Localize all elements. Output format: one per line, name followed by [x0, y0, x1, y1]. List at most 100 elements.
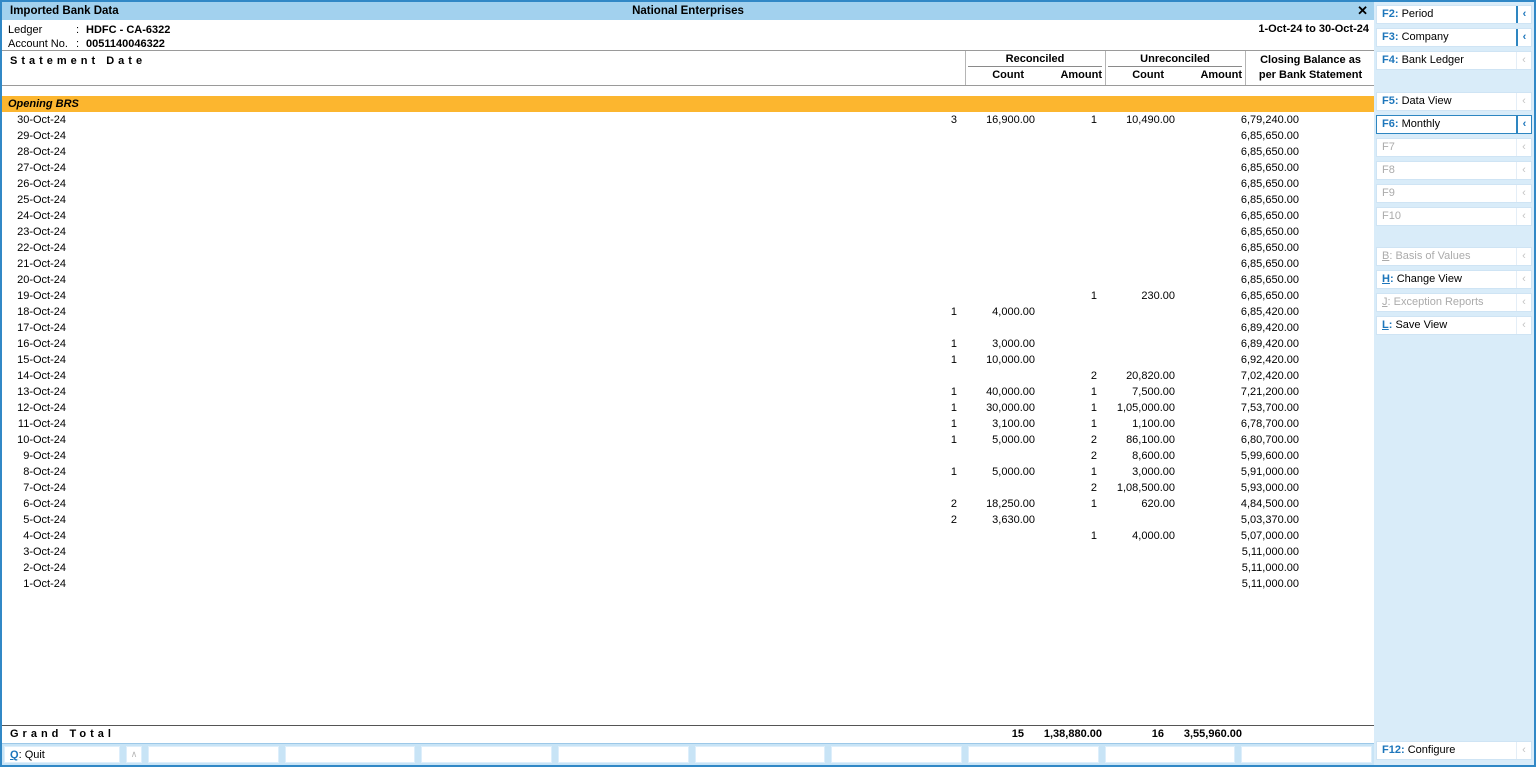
table-row[interactable]: 10-Oct-24 1 5,000.00 2 86,100.00 6,80,700.00 — [2, 432, 1374, 448]
grand-total-label: Grand Total — [10, 728, 115, 740]
unreconciled-amount-cell — [1105, 176, 1178, 192]
sidebar-button-f8: F8 ‹ — [1376, 161, 1532, 180]
table-row[interactable]: 2-Oct-24 5,11,000.00 — [2, 560, 1374, 576]
table-row[interactable]: 6-Oct-24 2 18,250.00 1 620.00 4,84,500.00 — [2, 496, 1374, 512]
chevron-left-icon: ‹ — [1516, 271, 1531, 288]
quit-label: Quit — [24, 749, 45, 761]
closing-balance-cell: 6,85,650.00 — [1240, 178, 1299, 190]
table-row[interactable]: 1-Oct-24 5,11,000.00 — [2, 576, 1374, 592]
reconciled-count-cell — [66, 128, 965, 144]
table-row[interactable]: 25-Oct-24 6,85,650.00 — [2, 192, 1374, 208]
unreconciled-count-cell: 1 — [1090, 386, 1097, 398]
table-row[interactable]: 12-Oct-24 1 30,000.00 1 1,05,000.00 7,53,700.… — [2, 400, 1374, 416]
key-label: L — [1382, 319, 1389, 331]
unreconciled-amount-cell — [1105, 544, 1178, 560]
key-label: F5 — [1382, 95, 1395, 107]
key-label: F6 — [1382, 118, 1395, 130]
statement-date-cell: 19-Oct-24 — [17, 290, 66, 302]
sidebar-button-l[interactable]: L: Save View ‹ — [1376, 316, 1532, 335]
key-label: F3 — [1382, 31, 1395, 43]
sidebar-button-f5[interactable]: F5: Data View ‹ — [1376, 92, 1532, 111]
table-row[interactable]: 20-Oct-24 6,85,650.00 — [2, 272, 1374, 288]
reconciled-count-cell: 1 — [950, 338, 957, 350]
table-row[interactable]: 17-Oct-24 6,89,420.00 — [2, 320, 1374, 336]
unreconciled-amount-cell — [1105, 144, 1178, 160]
unreconciled-group-header: Unreconciled — [1108, 53, 1242, 67]
ledger-value: HDFC - CA-6322 — [86, 24, 171, 36]
closing-balance-cell: 6,85,650.00 — [1240, 130, 1299, 142]
reconciled-amount-cell: 5,000.00 — [992, 434, 1035, 446]
closing-balance-cell: 5,11,000.00 — [1241, 546, 1299, 558]
closing-balance-cell: 4,84,500.00 — [1240, 498, 1299, 510]
unreconciled-count-cell — [1038, 560, 1105, 576]
closing-balance-cell: 6,85,650.00 — [1240, 290, 1299, 302]
empty-button-slot — [694, 746, 826, 763]
table-row[interactable]: 13-Oct-24 1 40,000.00 1 7,500.00 7,21,200.00 — [2, 384, 1374, 400]
closing-balance-cell: 6,92,420.00 — [1240, 354, 1299, 366]
closing-balance-cell: 6,85,650.00 — [1240, 194, 1299, 206]
table-row[interactable]: 19-Oct-24 1 230.00 6,85,650.00 — [2, 288, 1374, 304]
closing-balance-header-line2: per Bank Statement — [1258, 69, 1363, 81]
reconciled-count-cell — [66, 544, 965, 560]
sidebar-button-b: B: Basis of Values ‹ — [1376, 247, 1532, 266]
table-row[interactable]: 4-Oct-24 1 4,000.00 5,07,000.00 — [2, 528, 1374, 544]
statement-date-cell: 25-Oct-24 — [17, 194, 66, 206]
button-label: Data View — [1401, 95, 1452, 107]
table-row[interactable]: 26-Oct-24 6,85,650.00 — [2, 176, 1374, 192]
table-row[interactable]: 30-Oct-24 3 16,900.00 1 10,490.00 6,79,240.00 — [2, 112, 1374, 128]
reconciled-amount-cell — [965, 544, 1038, 560]
reconciled-count-cell — [66, 240, 965, 256]
table-row[interactable]: 16-Oct-24 1 3,000.00 6,89,420.00 — [2, 336, 1374, 352]
reconciled-count-cell — [66, 208, 965, 224]
table-row[interactable]: 27-Oct-24 6,85,650.00 — [2, 160, 1374, 176]
reconciled-amount-cell — [965, 368, 1038, 384]
sidebar-group-bottom: F12: Configure ‹ — [1376, 741, 1532, 764]
sidebar-button-h[interactable]: H: Change View ‹ — [1376, 270, 1532, 289]
unreconciled-count-cell — [1038, 256, 1105, 272]
sidebar-button-f6[interactable]: F6: Monthly ‹ — [1376, 115, 1532, 134]
table-row[interactable]: 24-Oct-24 6,85,650.00 — [2, 208, 1374, 224]
expand-caret-icon[interactable]: ∧ — [126, 746, 142, 763]
table-row[interactable]: 3-Oct-24 5,11,000.00 — [2, 544, 1374, 560]
reconciled-amount-cell: 3,100.00 — [992, 418, 1035, 430]
quit-button[interactable]: Q: Quit — [4, 746, 120, 763]
table-row[interactable]: 23-Oct-24 6,85,650.00 — [2, 224, 1374, 240]
table-row[interactable]: 18-Oct-24 1 4,000.00 6,85,420.00 — [2, 304, 1374, 320]
sidebar-button-f2[interactable]: F2: Period ‹ — [1376, 5, 1532, 24]
table-row[interactable]: 11-Oct-24 1 3,100.00 1 1,100.00 6,78,700.00 — [2, 416, 1374, 432]
closing-balance-cell: 5,99,600.00 — [1240, 450, 1299, 462]
table-row[interactable]: 8-Oct-24 1 5,000.00 1 3,000.00 5,91,000.00 — [2, 464, 1374, 480]
grand-total-reconciled-count: 15 — [1011, 728, 1024, 740]
table-row[interactable]: 21-Oct-24 6,85,650.00 — [2, 256, 1374, 272]
table-row[interactable]: 29-Oct-24 6,85,650.00 — [2, 128, 1374, 144]
button-label: Company — [1401, 31, 1449, 43]
statement-date-cell: 3-Oct-24 — [23, 546, 66, 558]
unreconciled-amount-cell: 3,000.00 — [1132, 466, 1175, 478]
table-row[interactable]: 22-Oct-24 6,85,650.00 — [2, 240, 1374, 256]
key-colon: : — [1394, 54, 1402, 66]
reconciled-count-cell — [66, 480, 965, 496]
unreconciled-count-cell — [1038, 272, 1105, 288]
sidebar-button-f3[interactable]: F3: Company ‹ — [1376, 28, 1532, 47]
sidebar-button-f4[interactable]: F4: Bank Ledger ‹ — [1376, 51, 1532, 70]
opening-brs-row[interactable]: Opening BRS — [2, 96, 1374, 112]
table-row[interactable]: 5-Oct-24 2 3,630.00 5,03,370.00 — [2, 512, 1374, 528]
closing-balance-cell: 5,91,000.00 — [1240, 466, 1299, 478]
table-row[interactable]: 28-Oct-24 6,85,650.00 — [2, 144, 1374, 160]
table-row[interactable]: 14-Oct-24 2 20,820.00 7,02,420.00 — [2, 368, 1374, 384]
unreconciled-amount-cell — [1105, 256, 1178, 272]
table-row[interactable]: 7-Oct-24 2 1,08,500.00 5,93,000.00 — [2, 480, 1374, 496]
close-icon[interactable]: ✕ — [1357, 3, 1368, 19]
quit-label-sep: : — [18, 749, 22, 761]
sidebar-button-f12[interactable]: F12: Configure ‹ — [1376, 741, 1532, 760]
unreconciled-amount-cell — [1105, 512, 1178, 528]
closing-balance-cell: 6,85,650.00 — [1240, 162, 1299, 174]
closing-balance-cell: 5,11,000.00 — [1241, 562, 1299, 574]
table-row[interactable]: 9-Oct-24 2 8,600.00 5,99,600.00 — [2, 448, 1374, 464]
closing-balance-cell: 5,03,370.00 — [1240, 514, 1299, 526]
table-row[interactable]: 15-Oct-24 1 10,000.00 6,92,420.00 — [2, 352, 1374, 368]
account-no-value: 0051140046322 — [86, 38, 165, 50]
unreconciled-amount-cell — [1105, 272, 1178, 288]
closing-balance-cell: 6,85,650.00 — [1240, 226, 1299, 238]
reconciled-amount-header: Amount — [1060, 69, 1102, 81]
